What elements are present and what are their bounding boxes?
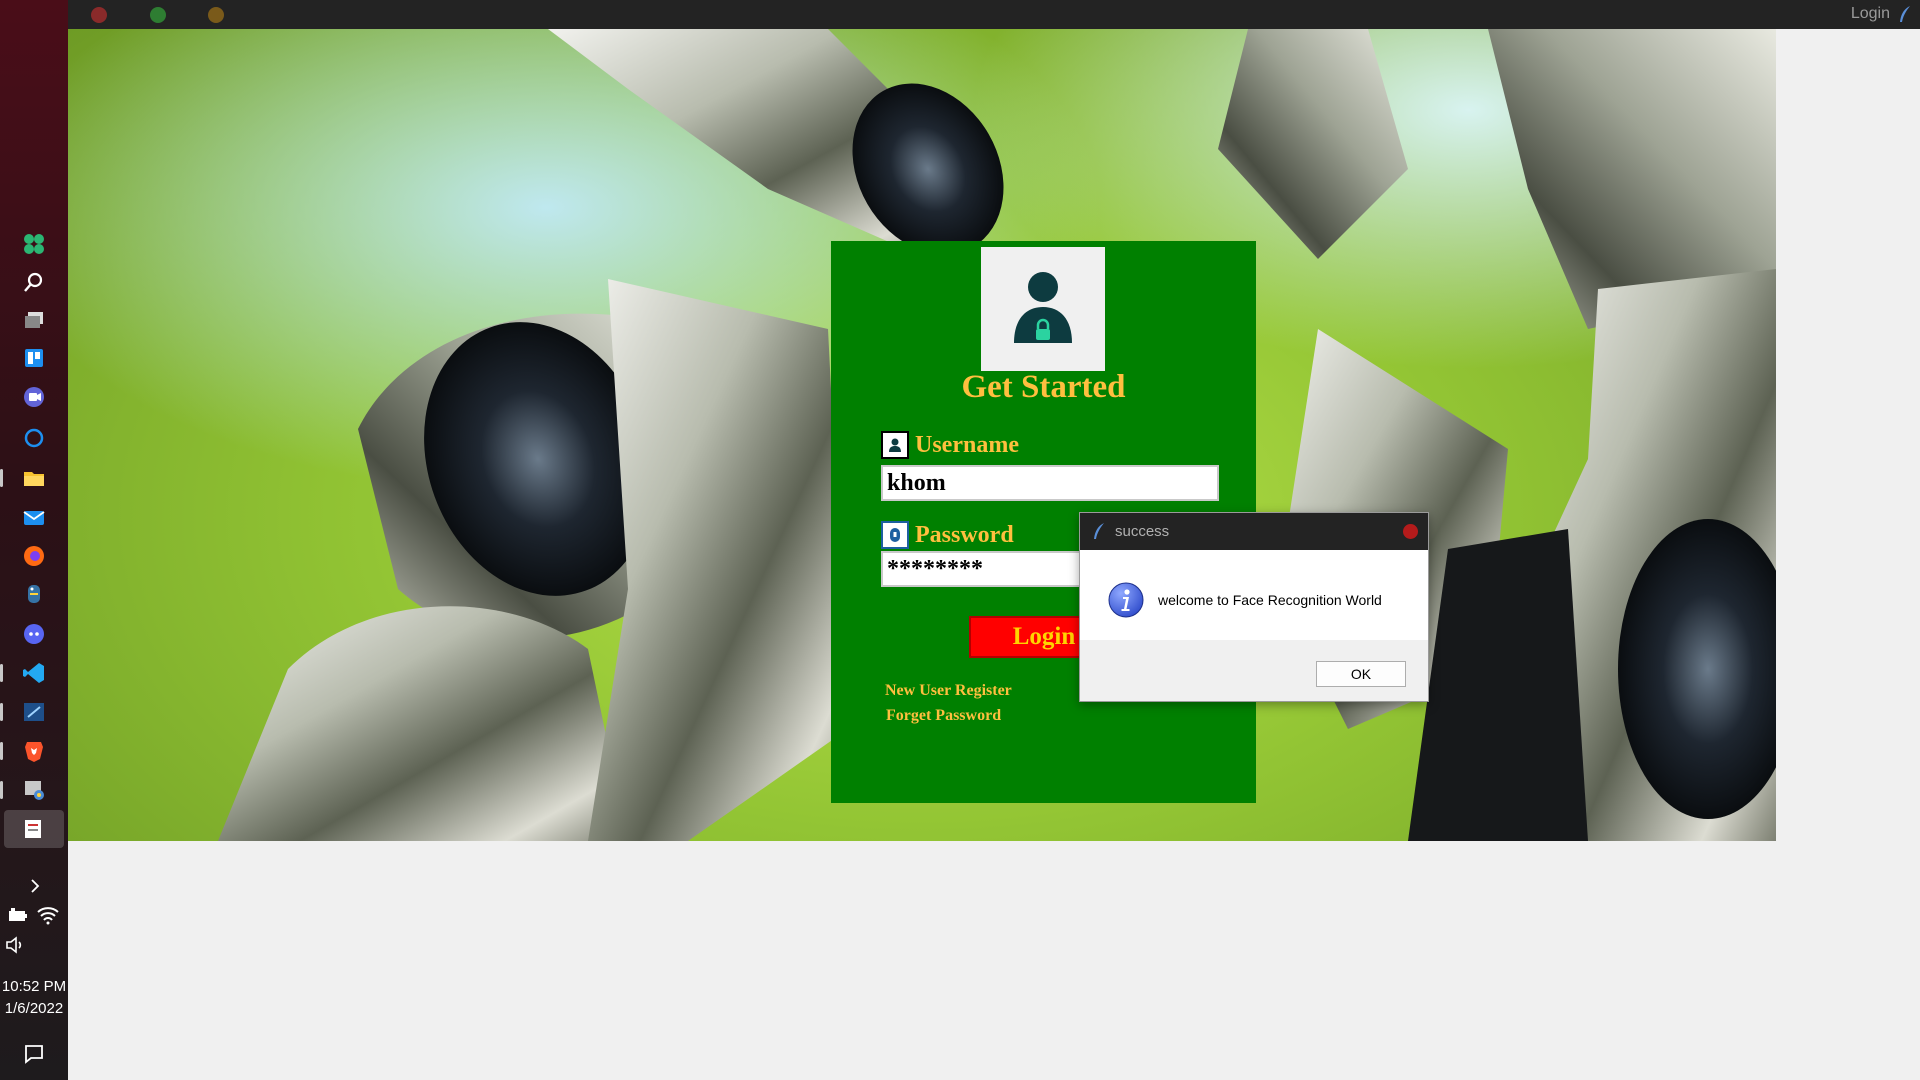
maximize-window-button[interactable] <box>208 7 224 23</box>
discord-icon[interactable] <box>20 620 48 648</box>
battery-icon[interactable] <box>4 901 32 929</box>
info-icon <box>1108 582 1144 618</box>
dialog-message: welcome to Face Recognition World <box>1158 592 1382 608</box>
success-dialog: success welcome to Face Recognition Worl… <box>1079 512 1429 702</box>
username-label: Username <box>881 431 1019 459</box>
lock-icon <box>881 521 909 549</box>
forgot-password-link[interactable]: Forget Password <box>886 707 1001 725</box>
mail-icon[interactable] <box>20 504 48 532</box>
robot-background-image: Get Started Username khom Password *****… <box>68 29 1776 841</box>
clock-date[interactable]: 1/6/2022 <box>0 999 68 1019</box>
login-app-icon[interactable] <box>20 815 48 843</box>
volume-icon[interactable] <box>2 931 30 959</box>
ok-button[interactable]: OK <box>1316 661 1406 687</box>
dialog-titlebar: success <box>1080 513 1428 550</box>
close-window-button[interactable] <box>91 7 107 23</box>
user-icon <box>881 431 909 459</box>
terminal-icon[interactable] <box>20 698 48 726</box>
user-avatar <box>981 247 1105 371</box>
cortana-icon[interactable] <box>20 424 48 452</box>
window-titlebar: Login <box>68 0 1920 29</box>
password-label: Password <box>881 521 1014 549</box>
brave-icon[interactable] <box>20 737 48 765</box>
feather-icon <box>1900 6 1910 22</box>
chevron-right-icon[interactable] <box>20 872 48 900</box>
firefox-icon[interactable] <box>20 542 48 570</box>
notification-icon[interactable] <box>20 1040 48 1068</box>
wifi-icon[interactable] <box>34 901 62 929</box>
task-view-icon[interactable] <box>20 306 48 334</box>
python-icon[interactable] <box>20 580 48 608</box>
feather-icon <box>1094 523 1104 539</box>
dialog-title: success <box>1115 523 1170 540</box>
app-icon[interactable] <box>20 776 48 804</box>
dialog-body: welcome to Face Recognition World <box>1080 550 1428 640</box>
window-title: Login <box>1850 5 1890 22</box>
minimize-window-button[interactable] <box>150 7 166 23</box>
clock-time[interactable]: 10:52 PM <box>0 977 68 997</box>
username-input[interactable]: khom <box>881 465 1219 501</box>
vscode-icon[interactable] <box>20 659 48 687</box>
close-dialog-button[interactable] <box>1403 524 1418 539</box>
dialog-footer: OK <box>1080 640 1428 701</box>
file-explorer-icon[interactable] <box>20 464 48 492</box>
user-lock-icon <box>1014 272 1072 343</box>
taskbar: 10:52 PM 1/6/2022 <box>0 0 68 1080</box>
search-icon[interactable] <box>20 268 48 296</box>
widgets-icon[interactable] <box>20 344 48 372</box>
register-link[interactable]: New User Register <box>885 682 1012 700</box>
page-title: Get Started <box>961 369 1126 405</box>
apps-icon[interactable] <box>20 230 48 258</box>
chat-icon[interactable] <box>20 383 48 411</box>
